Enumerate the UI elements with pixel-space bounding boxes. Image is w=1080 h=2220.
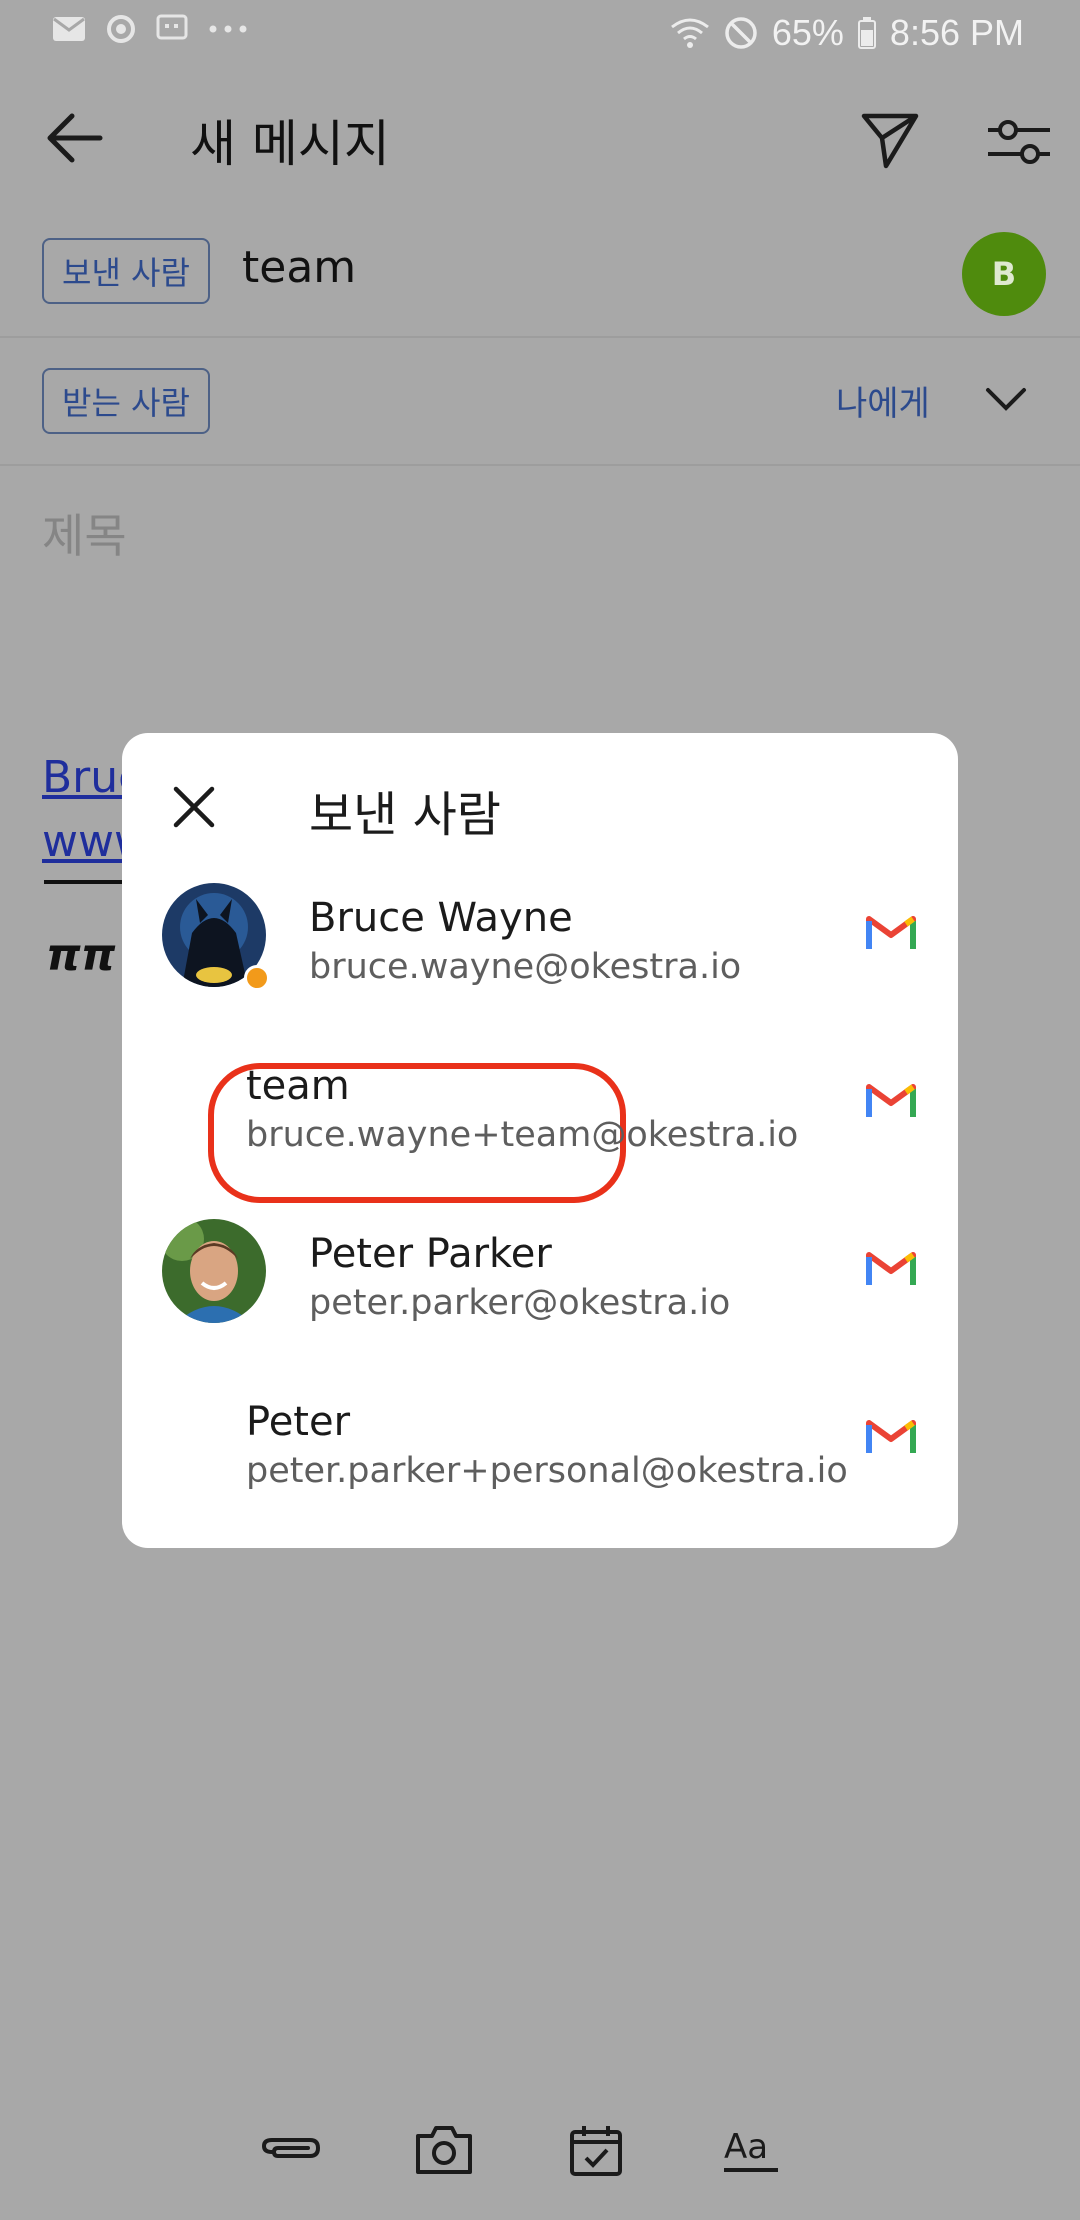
app-bar: 새 메시지 [0,64,1080,208]
send-icon[interactable] [858,108,922,172]
mail-icon [52,16,86,42]
to-row[interactable]: 받는 사람 나에게 [0,338,1080,466]
signature-divider [44,880,130,884]
svg-text:Aa: Aa [724,2127,768,2167]
status-badge [244,965,270,991]
gmail-icon [866,1249,916,1287]
text-format-icon[interactable]: Aa [722,2122,782,2182]
dialog-title: 보낸 사람 [309,787,501,843]
sender-email: bruce.wayne@okestra.io [309,947,742,987]
battery-icon [857,17,876,49]
subject-field[interactable]: 제목 [42,500,127,566]
chevron-down-icon[interactable] [984,384,1028,414]
bottom-toolbar: Aa [0,2100,1080,2200]
message-icon [156,14,188,44]
sender-name: Peter Parker [309,1231,552,1277]
do-not-disturb-icon [724,16,758,50]
close-icon[interactable] [172,785,216,829]
gmail-icon [866,913,916,951]
camera-icon[interactable] [414,2122,474,2182]
wifi-icon [670,17,710,49]
sync-icon [106,14,136,44]
more-dots-icon [208,24,248,34]
tune-icon[interactable] [984,112,1054,172]
sender-picker-dialog: 보낸 사람 Bruce Wayne bruce.wayne@okestra.io… [122,733,958,1548]
gmail-icon [866,1081,916,1119]
from-row[interactable]: 보낸 사람 team B [0,210,1080,338]
peter-avatar [162,1219,266,1323]
page-title: 새 메시지 [190,115,390,173]
sender-option[interactable]: Bruce Wayne bruce.wayne@okestra.io [122,855,958,1023]
clock: 8:56 PM [889,12,1024,53]
sender-name: Peter [246,1399,351,1445]
gmail-icon [866,1417,916,1455]
attach-icon[interactable] [261,2122,322,2182]
account-avatar[interactable]: B [962,232,1046,316]
from-label-chip[interactable]: 보낸 사람 [42,238,210,304]
sender-name: team [246,1063,350,1109]
status-bar: 65% 8:56 PM [0,0,1080,64]
sender-email: peter.parker@okestra.io [309,1283,731,1323]
battery-percent: 65% [771,12,844,53]
sender-option[interactable]: Peter peter.parker+personal@okestra.io [122,1359,958,1527]
signature-text: ππ [46,930,116,981]
calendar-icon[interactable] [566,2122,626,2182]
sender-email: bruce.wayne+team@okestra.io [246,1115,799,1155]
sender-option[interactable]: Peter Parker peter.parker@okestra.io [122,1191,958,1359]
to-self-button[interactable]: 나에게 [836,376,930,425]
from-value[interactable]: team [242,242,356,293]
sender-option-selected[interactable]: team bruce.wayne+team@okestra.io [122,1023,958,1191]
back-arrow-icon[interactable] [40,108,110,168]
sender-email: peter.parker+personal@okestra.io [246,1451,848,1491]
sender-name: Bruce Wayne [309,895,573,941]
to-label-chip[interactable]: 받는 사람 [42,368,210,434]
